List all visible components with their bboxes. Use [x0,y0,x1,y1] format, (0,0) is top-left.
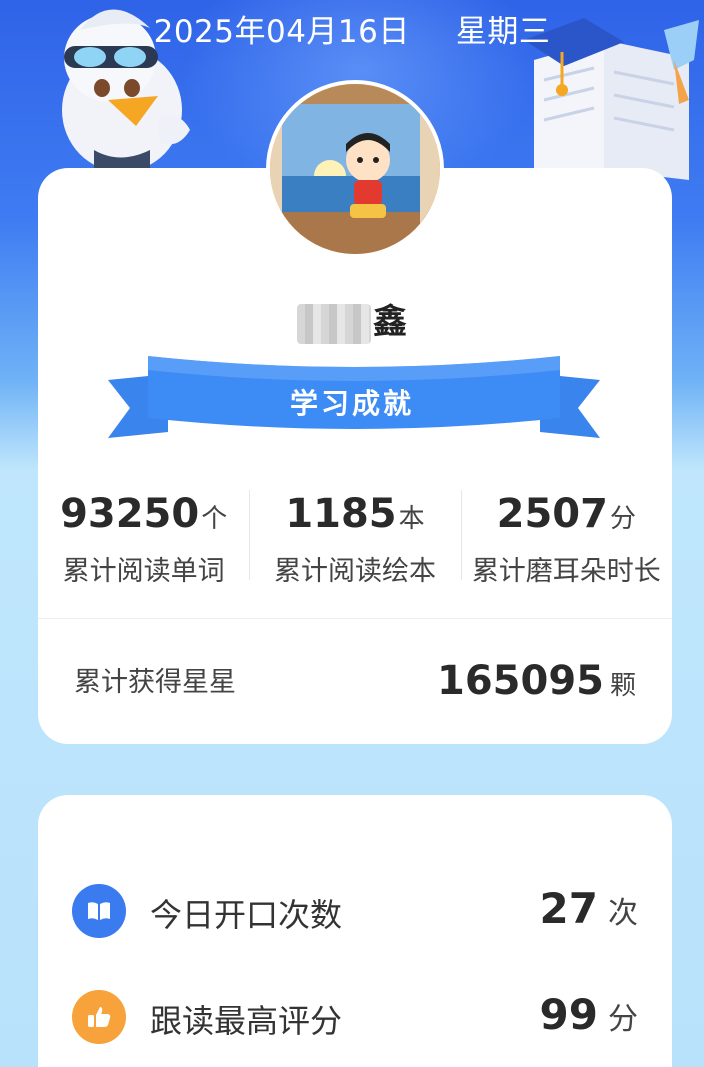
stat-listening-label: 累计磨耳朵时长 [471,556,661,587]
avatar-image [270,84,440,254]
achievement-title: 学习成就 [289,387,414,420]
daily-row-score-value: 99 [539,990,598,1039]
daily-row-score-unit: 分 [608,1002,638,1037]
daily-row-score[interactable]: 跟读最高评分 99 分 [72,990,638,1046]
username-visible-char: 鑫 [373,302,407,342]
daily-row-speaking-value: 27 [539,884,598,933]
daily-row-speaking-value-group: 27 次 [540,884,638,933]
stat-books-unit: 本 [398,504,425,534]
thumbs-up-icon [72,990,126,1044]
username: 鑫 [0,294,704,344]
stat-listening-value: 2507 [496,491,608,537]
stars-label: 累计获得星星 [74,667,236,698]
book-icon [72,884,126,938]
daily-row-speaking-label: 今日开口次数 [150,896,343,934]
daily-row-speaking-unit: 次 [608,896,638,931]
stat-books-label: 累计阅读绘本 [273,556,436,587]
stars-unit: 颗 [609,671,636,701]
avatar[interactable] [266,80,444,258]
daily-row-score-value-group: 99 分 [540,990,638,1039]
stat-listening: 2507分 累计磨耳朵时长 [460,486,672,587]
weekday-text: 星期三 [455,14,551,50]
stat-words-unit: 个 [201,504,228,534]
stars-value: 165095 [436,658,604,704]
stats-row: 93250个 累计阅读单词 1185本 累计阅读绘本 2507分 累计磨耳朵时长 [38,486,672,587]
stat-listening-unit: 分 [609,504,636,534]
divider [38,618,672,619]
stat-books: 1185本 累计阅读绘本 [249,486,460,587]
date-header: 2025年04月16日 星期三 [0,6,704,51]
date-text: 2025年04月16日 [153,14,410,50]
daily-row-speaking[interactable]: 今日开口次数 27 次 [72,884,638,940]
daily-row-score-label: 跟读最高评分 [150,1002,343,1040]
stars-value-group: 165095 颗 [437,658,636,704]
stat-books-value: 1185 [285,491,397,537]
redacted-name-blur [297,303,371,344]
stat-words-value: 93250 [60,491,200,537]
stat-words-label: 累计阅读单词 [62,556,225,587]
stat-words: 93250个 累计阅读单词 [38,486,249,587]
